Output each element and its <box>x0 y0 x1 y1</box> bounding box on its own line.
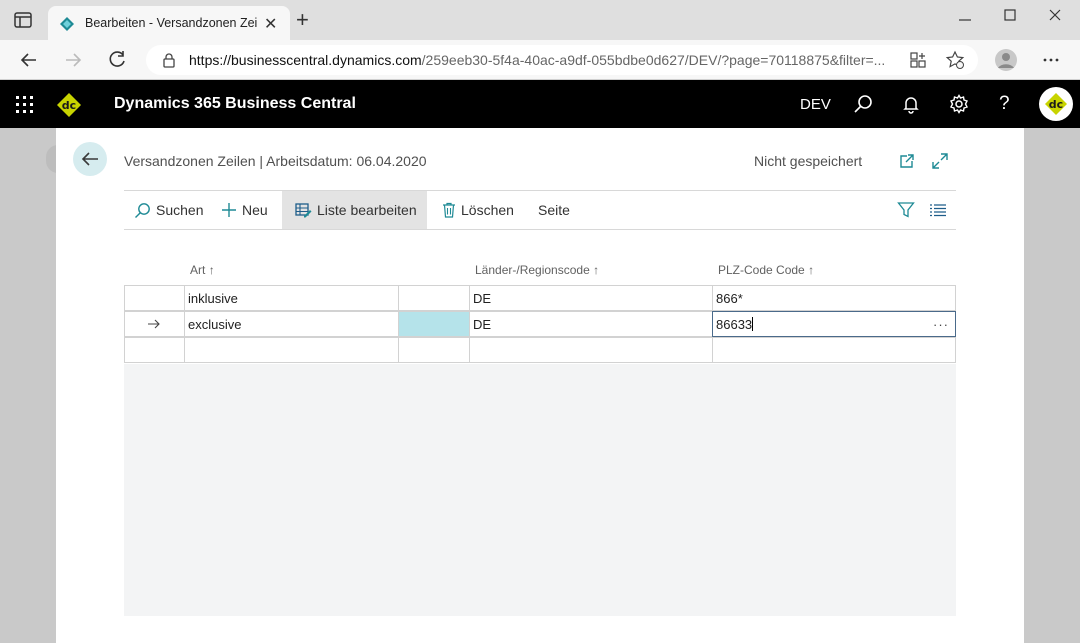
url-input[interactable]: https://businesscentral.dynamics.com/259… <box>146 45 978 75</box>
table-row[interactable]: exclusive DE 86633 ··· <box>124 311 956 338</box>
column-header-plz[interactable]: PLZ-Code Code ↑ <box>718 263 814 277</box>
more-icon[interactable] <box>1041 50 1061 70</box>
browser-tab-strip: Bearbeiten - Versandzonen Zeilen ✕ + <box>0 0 1080 40</box>
text-caret <box>752 317 754 331</box>
back-button[interactable] <box>73 142 107 176</box>
close-window-icon[interactable] <box>1049 9 1061 21</box>
delete-button[interactable]: Löschen <box>442 191 514 229</box>
new-tab-icon[interactable]: + <box>296 9 309 31</box>
row-indicator-cell[interactable] <box>124 311 185 337</box>
address-bar: https://businesscentral.dynamics.com/259… <box>0 40 1080 80</box>
edit-list-dialog: Versandzonen Zeilen | Arbeitsdatum: 06.0… <box>56 128 1024 643</box>
sort-ascending-icon: ↑ <box>808 263 815 277</box>
row-indicator-cell[interactable] <box>124 285 185 311</box>
app-available-icon[interactable] <box>908 50 928 70</box>
sort-ascending-icon: ↑ <box>208 263 215 277</box>
delete-label: Löschen <box>461 202 514 218</box>
app-header: dc Dynamics 365 Business Central DEV ? d… <box>0 80 1080 128</box>
settings-gear-icon[interactable] <box>949 94 969 114</box>
url-path: /259eeb30-5f4a-40ac-a9df-055bdbe0d627/DE… <box>421 52 886 68</box>
expand-icon[interactable] <box>931 152 949 170</box>
table-row[interactable]: inklusive DE 866* <box>124 285 956 312</box>
save-status: Nicht gespeichert <box>754 153 863 169</box>
column-region-label: Länder-/Regionscode <box>475 263 590 277</box>
art-cell[interactable]: exclusive <box>184 311 399 337</box>
app-title: Dynamics 365 Business Central <box>114 95 356 112</box>
page-label: Seite <box>538 202 570 218</box>
help-icon[interactable]: ? <box>999 93 1019 114</box>
open-new-window-icon[interactable] <box>898 152 916 170</box>
filter-icon[interactable] <box>897 201 915 219</box>
art-cell[interactable]: inklusive <box>184 285 399 311</box>
column-header-art[interactable]: Art ↑ <box>190 263 215 277</box>
region-cell[interactable]: DE <box>469 311 713 337</box>
url-domain: https://businesscentral.dynamics.com <box>189 52 422 68</box>
dialog-title: Versandzonen Zeilen | Arbeitsdatum: 06.0… <box>124 153 427 169</box>
new-label: Neu <box>242 202 268 218</box>
row-indicator-cell[interactable] <box>124 337 185 363</box>
art-cell[interactable] <box>184 337 399 363</box>
url-text: https://businesscentral.dynamics.com/259… <box>189 52 889 68</box>
plus-icon <box>222 203 236 217</box>
forward-icon[interactable] <box>61 48 85 72</box>
user-avatar[interactable]: dc <box>1039 87 1073 121</box>
spacer-cell[interactable] <box>398 285 470 311</box>
lookup-more-icon[interactable]: ··· <box>933 312 949 336</box>
browser-tab[interactable]: Bearbeiten - Versandzonen Zeilen ✕ <box>48 6 290 40</box>
back-arrow-icon <box>81 152 98 166</box>
edit-list-button[interactable]: Liste bearbeiten <box>282 191 427 229</box>
spacer-cell[interactable] <box>398 337 470 363</box>
column-header-region[interactable]: Länder-/Regionscode ↑ <box>475 263 599 277</box>
search-button[interactable]: Suchen <box>134 191 203 229</box>
maximize-icon[interactable] <box>1004 9 1016 21</box>
minimize-icon[interactable] <box>958 14 972 26</box>
search-icon[interactable] <box>853 94 873 114</box>
new-button[interactable]: Neu <box>221 191 268 229</box>
region-cell[interactable] <box>469 337 713 363</box>
selected-cell[interactable] <box>398 311 470 337</box>
company-logo-icon[interactable]: dc <box>56 92 82 118</box>
business-central-favicon-icon <box>60 17 74 31</box>
search-icon <box>135 202 150 218</box>
environment-label[interactable]: DEV <box>800 96 831 113</box>
trash-icon <box>443 202 455 218</box>
tab-close-icon[interactable]: ✕ <box>264 14 277 34</box>
app-launcher-icon[interactable] <box>16 96 33 113</box>
lines-grid: inklusive DE 866* exclusive DE 86633 ··· <box>124 285 956 616</box>
search-label: Suchen <box>156 202 204 218</box>
back-icon[interactable] <box>17 48 41 72</box>
page-menu-button[interactable]: Seite <box>538 191 570 229</box>
favorites-icon[interactable] <box>945 50 965 70</box>
refresh-icon[interactable] <box>105 48 129 72</box>
window-menu-icon[interactable] <box>14 12 32 28</box>
edit-list-icon <box>295 203 312 218</box>
plz-cell[interactable]: 866* <box>712 285 956 311</box>
lock-icon[interactable] <box>162 52 176 68</box>
list-view-icon[interactable] <box>930 203 946 217</box>
region-cell[interactable]: DE <box>469 285 713 311</box>
avatar-logo-icon: dc <box>1045 93 1067 115</box>
profile-icon[interactable] <box>994 48 1018 72</box>
notifications-bell-icon[interactable] <box>901 94 921 114</box>
sort-ascending-icon: ↑ <box>593 263 600 277</box>
plz-cell[interactable] <box>712 337 956 363</box>
table-row-empty[interactable] <box>124 337 956 364</box>
column-plz-label: PLZ-Code Code <box>718 263 805 277</box>
plz-cell-editing[interactable]: 86633 ··· <box>712 311 956 337</box>
column-art-label: Art <box>190 263 206 277</box>
current-row-arrow-icon <box>148 319 160 329</box>
logo-text: dc <box>62 99 76 112</box>
action-bar: Suchen Neu Liste bearbeiten Löschen Seit… <box>124 190 956 230</box>
edit-list-label: Liste bearbeiten <box>317 202 417 218</box>
tab-title: Bearbeiten - Versandzonen Zeilen <box>85 16 257 30</box>
plz-input-value[interactable]: 86633 <box>716 317 752 332</box>
avatar-logo-text: dc <box>1049 98 1063 111</box>
